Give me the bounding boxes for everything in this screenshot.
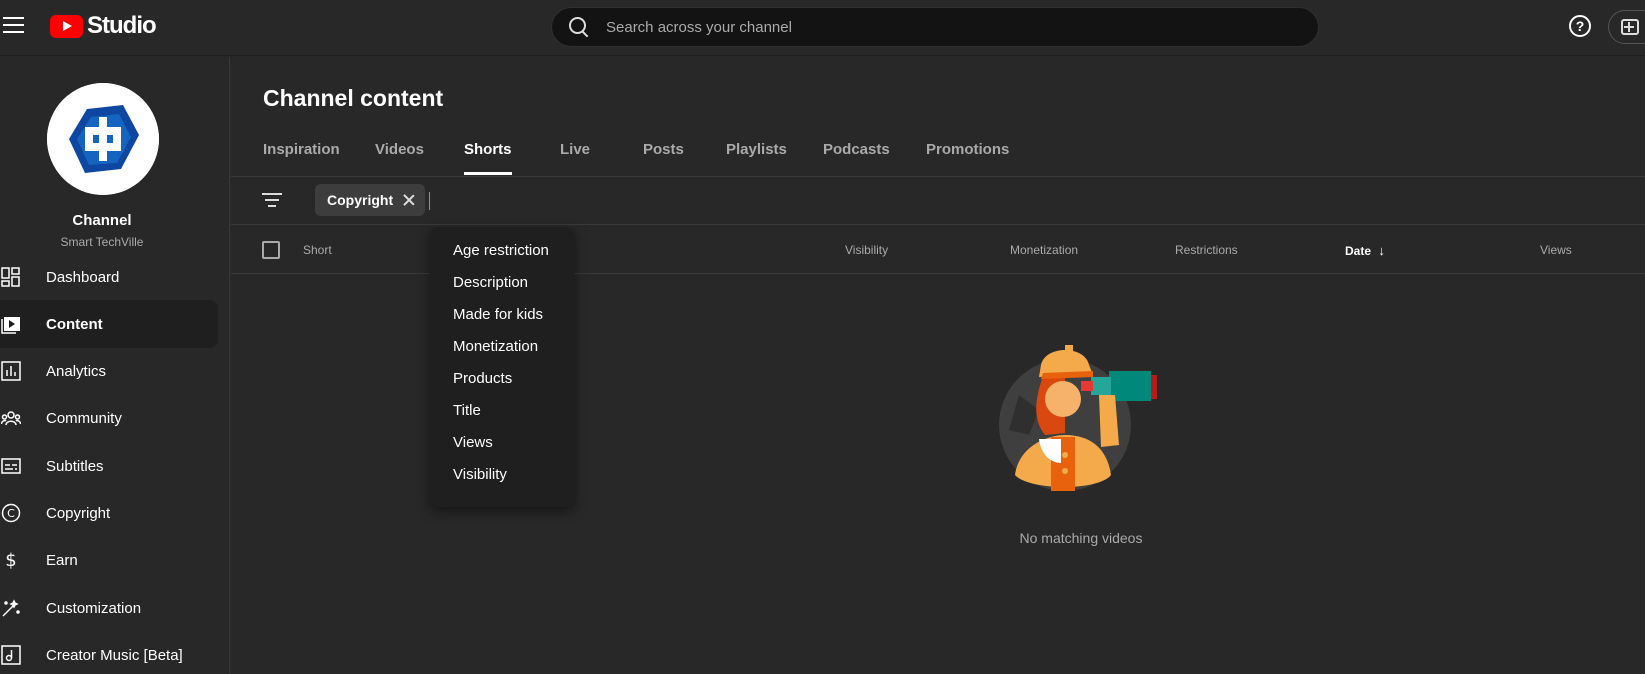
- analytics-icon: [0, 360, 22, 382]
- search-input[interactable]: [606, 18, 1256, 36]
- column-views: Views: [1540, 243, 1572, 257]
- no-results-illustration: [989, 335, 1159, 495]
- sidebar-item-label: Dashboard: [46, 268, 120, 286]
- sidebar-item-label: Community: [46, 409, 122, 427]
- search-bar[interactable]: [551, 7, 1319, 47]
- tab-posts[interactable]: Posts: [643, 141, 684, 172]
- select-all-checkbox[interactable]: [262, 241, 280, 259]
- menu-item-description[interactable]: Description: [430, 267, 574, 299]
- tab-inspiration[interactable]: Inspiration: [263, 141, 340, 172]
- menu-item-title[interactable]: Title: [430, 395, 574, 427]
- search-icon[interactable]: [568, 16, 590, 38]
- earn-icon: $: [0, 549, 22, 571]
- create-video-icon: [1621, 19, 1639, 35]
- youtube-play-icon: [50, 14, 83, 38]
- filter-chip-label: Copyright: [327, 192, 394, 208]
- sidebar-item-label: Analytics: [46, 362, 107, 380]
- sidebar-item-label: Copyright: [46, 504, 111, 522]
- filter-input-caret[interactable]: [429, 192, 430, 210]
- help-icon[interactable]: ?: [1569, 15, 1591, 37]
- studio-logo[interactable]: Studio: [50, 12, 157, 40]
- menu-item-products[interactable]: Products: [430, 363, 574, 395]
- subtitles-icon: [0, 455, 22, 477]
- sidebar-item-community[interactable]: Community: [0, 394, 218, 442]
- copyright-icon: C: [0, 502, 22, 524]
- filter-icon[interactable]: [262, 193, 282, 207]
- creator-music-icon: [0, 644, 22, 666]
- sidebar-item-copyright[interactable]: C Copyright: [0, 489, 218, 537]
- top-bar: Studio ?: [0, 0, 1645, 56]
- customization-icon: [0, 597, 22, 619]
- filter-row: Copyright: [231, 177, 1645, 225]
- tab-videos[interactable]: Videos: [375, 141, 424, 172]
- create-button[interactable]: [1608, 10, 1645, 44]
- hamburger-menu-icon[interactable]: [0, 12, 26, 38]
- empty-state-message: No matching videos: [1019, 530, 1143, 546]
- menu-item-age-restriction[interactable]: Age restriction: [430, 235, 574, 267]
- dashboard-icon: [0, 266, 22, 288]
- sidebar-item-subtitles[interactable]: Subtitles: [0, 442, 218, 490]
- tab-podcasts[interactable]: Podcasts: [823, 141, 890, 172]
- sidebar-item-label: Creator Music [Beta]: [46, 646, 183, 664]
- column-restrictions: Restrictions: [1175, 243, 1238, 257]
- svg-text:$: $: [5, 550, 16, 570]
- sidebar-item-label: Subtitles: [46, 457, 104, 475]
- sidebar-item-content[interactable]: Content: [0, 300, 218, 348]
- menu-item-visibility[interactable]: Visibility: [430, 459, 574, 491]
- channel-label: Channel: [72, 212, 132, 229]
- sidebar-item-label: Content: [46, 315, 103, 333]
- sidebar-item-analytics[interactable]: Analytics: [0, 347, 218, 395]
- sidebar-item-earn[interactable]: $ Earn: [0, 536, 218, 584]
- sidebar-item-creator-music[interactable]: Creator Music [Beta]: [0, 631, 218, 674]
- close-icon[interactable]: [403, 194, 415, 206]
- page-title: Channel content: [263, 85, 444, 111]
- column-monetization: Monetization: [1010, 243, 1079, 257]
- community-icon: [0, 407, 22, 429]
- sidebar-item-label: Earn: [46, 551, 78, 569]
- logo-text: Studio: [87, 12, 157, 39]
- column-date-label: Date: [1345, 244, 1372, 258]
- filter-options-menu: Age restriction Description Made for kid…: [430, 227, 574, 507]
- sort-down-arrow-icon: ↓: [1378, 243, 1385, 258]
- svg-text:C: C: [7, 507, 15, 520]
- sidebar-item-dashboard[interactable]: Dashboard: [0, 253, 218, 301]
- tab-playlists[interactable]: Playlists: [726, 141, 787, 172]
- sidebar: Channel Smart TechVille Dashboard Conten…: [0, 57, 230, 674]
- sidebar-item-label: Customization: [46, 599, 142, 617]
- column-visibility: Visibility: [845, 243, 889, 257]
- content-tabs: Inspiration Videos Shorts Live Posts Pla…: [231, 127, 1645, 177]
- tab-live[interactable]: Live: [560, 141, 590, 172]
- channel-avatar[interactable]: [47, 83, 159, 195]
- filter-chip-copyright[interactable]: Copyright: [315, 184, 426, 216]
- column-date[interactable]: Date ↓: [1345, 243, 1385, 258]
- tab-shorts[interactable]: Shorts: [464, 141, 512, 175]
- menu-item-monetization[interactable]: Monetization: [430, 331, 574, 363]
- sidebar-item-customization[interactable]: Customization: [0, 584, 218, 632]
- channel-name: Smart TechVille: [60, 235, 144, 249]
- menu-item-made-for-kids[interactable]: Made for kids: [430, 299, 574, 331]
- tab-promotions[interactable]: Promotions: [926, 141, 1009, 172]
- content-icon: [0, 313, 22, 335]
- column-short: Short: [303, 243, 332, 257]
- menu-item-views[interactable]: Views: [430, 427, 574, 459]
